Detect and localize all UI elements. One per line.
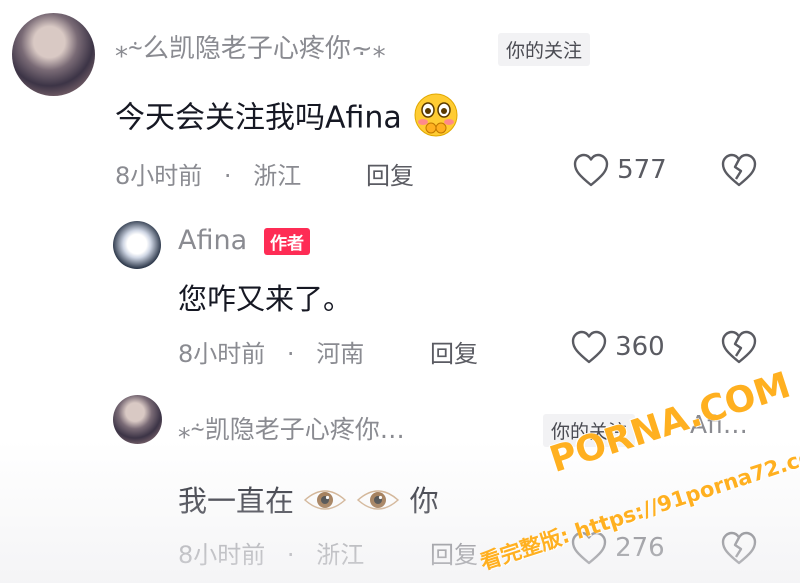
comment-meta: 8小时前 · 河南: [178, 334, 364, 369]
comment-meta: 8小时前 · 浙江: [178, 535, 364, 570]
author-badge: 作者: [264, 228, 310, 255]
dislike-button[interactable]: [720, 152, 758, 192]
like-count: 360: [615, 332, 665, 362]
following-tag: 你的关注: [498, 33, 591, 66]
dislike-button[interactable]: [720, 530, 758, 570]
broken-heart-icon: [721, 330, 757, 364]
eye-emoji: [356, 485, 400, 522]
comment-text-before: 我一直在: [178, 484, 295, 518]
like-count: 577: [617, 155, 667, 185]
eye-emoji: [303, 485, 347, 522]
like-count: 276: [615, 533, 665, 563]
broken-heart-icon: [721, 531, 757, 565]
comment-time: 8小时前: [115, 162, 203, 190]
comment-username[interactable]: Afina: [178, 225, 247, 256]
comment-text-content: 今天会关注我吗Afina: [115, 100, 402, 136]
avatar[interactable]: [113, 221, 161, 269]
avatar[interactable]: [113, 395, 162, 444]
meta-separator: ·: [286, 340, 295, 368]
heart-outline-icon: [571, 330, 607, 364]
broken-heart-icon: [721, 153, 757, 187]
comment-time: 8小时前: [178, 340, 266, 368]
comment-text: 今天会关注我吗Afina: [115, 92, 461, 146]
comment-username[interactable]: ⁎⸞么凯隐老子心疼你⸟⁎: [115, 28, 386, 65]
heart-outline-icon: [573, 153, 609, 187]
comment-text: 您咋又来了。: [178, 282, 353, 316]
like-button[interactable]: 360: [570, 329, 665, 365]
comment-text-after: 你: [409, 484, 439, 518]
comment-text: 我一直在 你: [178, 478, 439, 522]
shy-face-emoji: [411, 92, 461, 146]
comment-username[interactable]: ⁎⸞凯隐老子心疼你…: [178, 410, 405, 446]
avatar[interactable]: [12, 13, 95, 96]
comment-location: 河南: [316, 340, 365, 368]
reply-button[interactable]: 回复: [430, 334, 478, 369]
comment-location: 浙江: [253, 162, 302, 190]
meta-separator: ·: [223, 162, 232, 190]
comment-location: 浙江: [316, 541, 365, 569]
reply-button[interactable]: 回复: [430, 535, 478, 570]
like-button[interactable]: 577: [572, 152, 667, 188]
dislike-button[interactable]: [720, 329, 758, 369]
comment-meta: 8小时前 · 浙江: [115, 156, 301, 191]
meta-separator: ·: [286, 541, 295, 569]
reply-button[interactable]: 回复: [366, 156, 414, 191]
comment-time: 8小时前: [178, 541, 266, 569]
